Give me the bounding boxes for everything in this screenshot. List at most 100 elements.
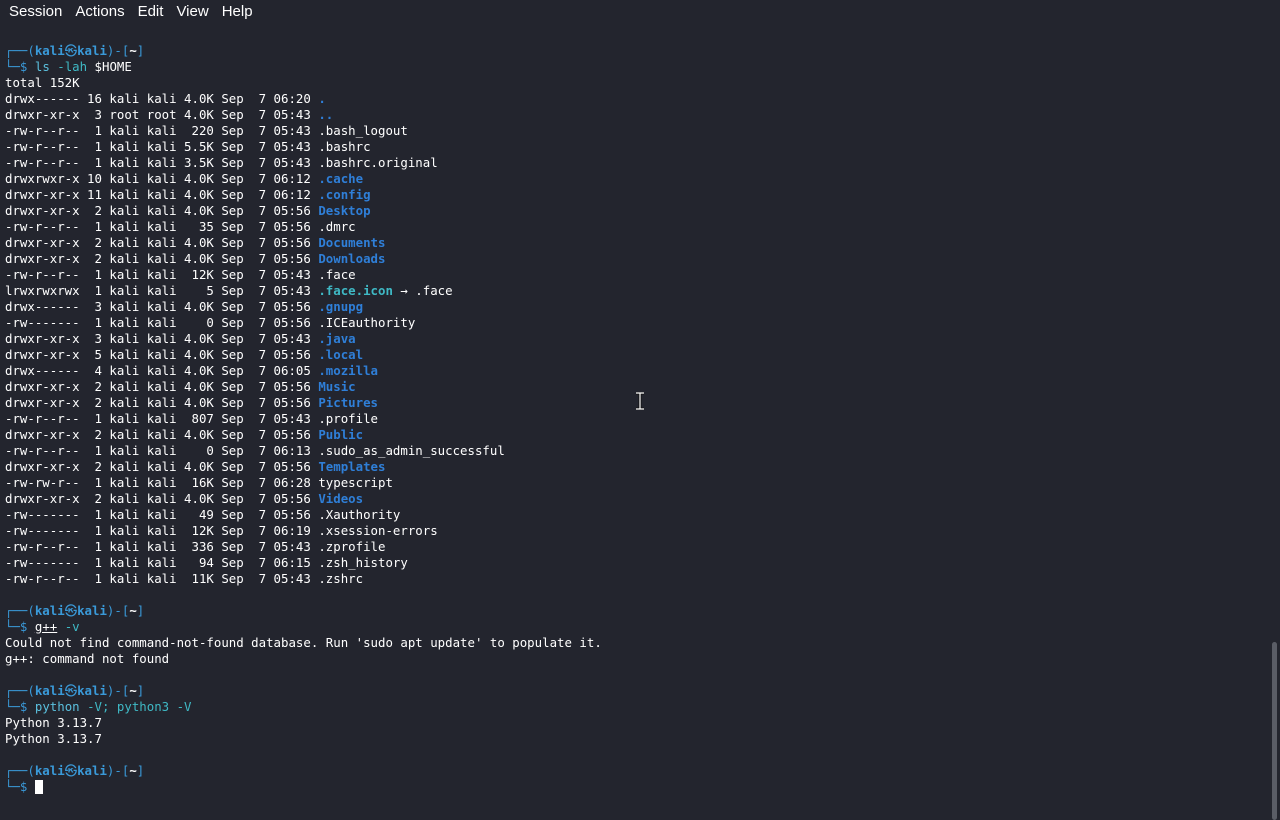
listing-row: drwxr-xr-x 5 kali kali 4.0K Sep 7 05:56 …: [5, 347, 1260, 363]
prompt-frame: ┌──(: [5, 683, 35, 698]
prompt-frame: ┌──(: [5, 603, 35, 618]
prompt-dollar: $: [19, 59, 28, 74]
file-name: .zprofile: [318, 539, 386, 554]
file-metadata: drwx------ 16 kali kali 4.0K Sep 7 06:20: [5, 91, 319, 106]
file-name: Public: [318, 427, 364, 442]
prompt-user: kali: [34, 43, 65, 58]
menu-help[interactable]: Help: [218, 3, 259, 20]
file-metadata: -rw-r--r-- 1 kali kali 3.5K Sep 7 05:43: [5, 155, 319, 170]
command-output: Could not find command-not-found databas…: [5, 635, 602, 650]
file-name: Documents: [318, 235, 386, 250]
prompt-frame: └─: [5, 699, 20, 714]
prompt-line: ┌──(kali㉿kali)-[~]: [5, 603, 1260, 619]
file-metadata: drwxr-xr-x 2 kali kali 4.0K Sep 7 05:56: [5, 395, 319, 410]
output-line: Python 3.13.7: [5, 731, 1260, 747]
command-output: g++: command not found: [5, 651, 170, 666]
file-metadata: drwxr-xr-x 2 kali kali 4.0K Sep 7 05:56: [5, 379, 319, 394]
prompt-host: kali: [77, 43, 107, 58]
file-name: .zshrc: [318, 571, 364, 586]
file-name: .sudo_as_admin_successful: [318, 443, 505, 458]
file-metadata: drwx------ 3 kali kali 4.0K Sep 7 05:56: [5, 299, 319, 314]
file-metadata: drwxr-xr-x 2 kali kali 4.0K Sep 7 05:56: [5, 459, 319, 474]
listing-row: drwx------ 16 kali kali 4.0K Sep 7 06:20…: [5, 91, 1260, 107]
menu-view[interactable]: View: [172, 3, 214, 20]
prompt-cwd: ~: [129, 43, 137, 58]
file-metadata: drwxr-xr-x 11 kali kali 4.0K Sep 7 06:12: [5, 187, 319, 202]
listing-row: drwxr-xr-x 2 kali kali 4.0K Sep 7 05:56 …: [5, 427, 1260, 443]
scrollbar-thumb[interactable]: [1272, 642, 1277, 820]
file-name: .Xauthority: [318, 507, 401, 522]
output-line: Python 3.13.7: [5, 715, 1260, 731]
file-metadata: drwx------ 4 kali kali 4.0K Sep 7 06:05: [5, 363, 319, 378]
file-name: Videos: [318, 491, 364, 506]
listing-row: drwxr-xr-x 2 kali kali 4.0K Sep 7 05:56 …: [5, 379, 1260, 395]
file-name: Pictures: [318, 395, 378, 410]
file-metadata: drwxr-xr-x 2 kali kali 4.0K Sep 7 05:56: [5, 235, 319, 250]
file-name: Desktop: [318, 203, 371, 218]
menu-actions[interactable]: Actions: [71, 3, 130, 20]
command-line: └─$: [5, 779, 1260, 795]
prompt-frame: )-[: [106, 763, 130, 778]
command-output: Python 3.13.7: [5, 731, 102, 746]
prompt-frame: ]: [136, 43, 145, 58]
command-name: g++: [34, 619, 58, 634]
listing-row: -rw------- 1 kali kali 94 Sep 7 06:15 .z…: [5, 555, 1260, 571]
listing-total: total 152K: [5, 75, 80, 90]
prompt-host: kali: [77, 763, 107, 778]
command-args: -V; python3 -V: [79, 699, 192, 714]
listing-row: -rw-r--r-- 1 kali kali 11K Sep 7 05:43 .…: [5, 571, 1260, 587]
prompt-frame: ]: [136, 763, 145, 778]
file-name: Music: [318, 379, 356, 394]
file-metadata: drwxr-xr-x 2 kali kali 4.0K Sep 7 05:56: [5, 251, 319, 266]
command-line: └─$ python -V; python3 -V: [5, 699, 1260, 715]
listing-row: -rw-r--r-- 1 kali kali 12K Sep 7 05:43 .…: [5, 267, 1260, 283]
file-name: .: [318, 91, 326, 106]
prompt-frame: ┌──(: [5, 43, 35, 58]
file-name: .xsession-errors: [318, 523, 438, 538]
prompt-dollar: $: [19, 699, 28, 714]
prompt-cwd: ~: [129, 603, 137, 618]
file-name: ..: [318, 107, 334, 122]
file-name: .face.icon: [318, 283, 393, 298]
prompt-cwd: ~: [129, 763, 137, 778]
listing-row: drwxr-xr-x 3 root root 4.0K Sep 7 05:43 …: [5, 107, 1260, 123]
file-name: typescript: [318, 475, 393, 490]
file-metadata: drwxr-xr-x 3 kali kali 4.0K Sep 7 05:43: [5, 331, 319, 346]
listing-row: drwxr-xr-x 2 kali kali 4.0K Sep 7 05:56 …: [5, 235, 1260, 251]
listing-row: drwxr-xr-x 2 kali kali 4.0K Sep 7 05:56 …: [5, 395, 1260, 411]
file-metadata: drwxr-xr-x 2 kali kali 4.0K Sep 7 05:56: [5, 427, 319, 442]
prompt-user: kali: [34, 683, 65, 698]
menu-bar: Session Actions Edit View Help: [0, 0, 1280, 22]
prompt-line: ┌──(kali㉿kali)-[~]: [5, 683, 1260, 699]
file-metadata: -rw-r--r-- 1 kali kali 336 Sep 7 05:43: [5, 539, 319, 554]
file-name: .ICEauthority: [318, 315, 416, 330]
file-metadata: -rw-r--r-- 1 kali kali 807 Sep 7 05:43: [5, 411, 319, 426]
prompt-user: kali: [34, 603, 65, 618]
listing-row: -rw-r--r-- 1 kali kali 220 Sep 7 05:43 .…: [5, 123, 1260, 139]
prompt-frame: )-[: [106, 43, 130, 58]
prompt-frame: ┌──(: [5, 763, 35, 778]
prompt-dollar: $: [19, 619, 28, 634]
prompt-frame: ]: [136, 683, 145, 698]
prompt-user: kali: [34, 763, 65, 778]
prompt-host: kali: [77, 603, 107, 618]
file-metadata: -rw-rw-r-- 1 kali kali 16K Sep 7 06:28: [5, 475, 319, 490]
command-line: └─$ ls -lah $HOME: [5, 59, 1260, 75]
prompt-skull-icon: ㉿: [64, 763, 78, 778]
file-name: .zsh_history: [318, 555, 408, 570]
file-metadata: -rw------- 1 kali kali 94 Sep 7 06:15: [5, 555, 319, 570]
file-name: .dmrc: [318, 219, 356, 234]
listing-row: drwxr-xr-x 11 kali kali 4.0K Sep 7 06:12…: [5, 187, 1260, 203]
prompt-frame: )-[: [106, 603, 130, 618]
scrollbar[interactable]: [1268, 22, 1280, 820]
file-metadata: drwxr-xr-x 3 root root 4.0K Sep 7 05:43: [5, 107, 319, 122]
listing-row: -rw------- 1 kali kali 0 Sep 7 05:56 .IC…: [5, 315, 1260, 331]
terminal-output[interactable]: ┌──(kali㉿kali)-[~] └─$ ls -lah $HOME total…: [5, 43, 1260, 800]
file-metadata: lrwxrwxrwx 1 kali kali 5 Sep 7 05:43: [5, 283, 319, 298]
file-name: .bash_logout: [318, 123, 408, 138]
menu-session[interactable]: Session: [0, 3, 68, 20]
file-metadata: -rw-r--r-- 1 kali kali 12K Sep 7 05:43: [5, 267, 319, 282]
menu-edit[interactable]: Edit: [134, 3, 170, 20]
